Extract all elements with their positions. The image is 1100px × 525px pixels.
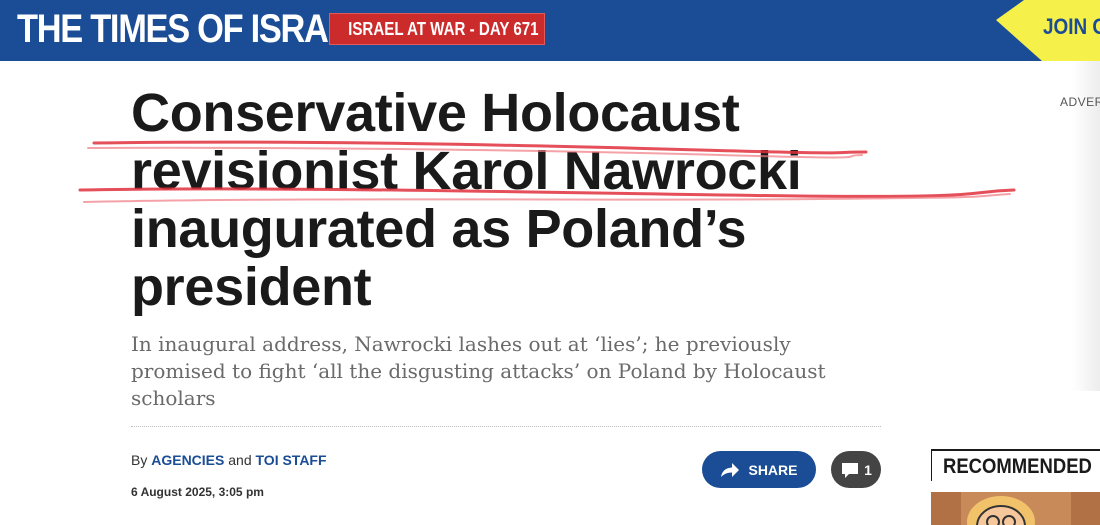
recommended-thumbnail-illustration	[931, 492, 1100, 525]
byline-and: and	[228, 452, 252, 468]
author-link-agencies[interactable]: AGENCIES	[151, 452, 224, 468]
comments-button[interactable]: 1	[831, 451, 881, 488]
site-header: THE TIMES OF ISRAEL ISRAEL AT WAR - DAY …	[0, 0, 1100, 61]
share-arrow-icon	[721, 462, 740, 477]
comment-bubble-icon	[842, 462, 859, 478]
recommended-section-heading: RECOMMENDED	[931, 449, 1100, 481]
recommended-label: RECOMMENDED	[943, 455, 1092, 478]
article-subheadline: In inaugural address, Nawrocki lashes ou…	[131, 332, 826, 410]
article-date: 6 August 2025, 3:05 pm	[131, 485, 264, 499]
advertisement-label: ADVER	[1060, 95, 1100, 109]
war-badge-label: ISRAEL AT WAR - DAY 671	[348, 19, 539, 39]
author-link-toi-staff[interactable]: TOI STAFF	[256, 452, 327, 468]
article-divider	[131, 426, 881, 427]
war-badge-link[interactable]: ISRAEL AT WAR - DAY 671	[329, 13, 545, 45]
share-button-label: SHARE	[748, 461, 798, 478]
side-panel-shadow	[1072, 61, 1100, 391]
join-button-label: JOIN O	[1043, 14, 1100, 39]
byline-prefix: By	[131, 452, 148, 468]
article-headline: Conservative Holocaust revisionist Karol…	[131, 83, 802, 317]
share-button[interactable]: SHARE	[702, 451, 816, 488]
join-button[interactable]: JOIN O	[996, 0, 1100, 61]
site-logo[interactable]: THE TIMES OF ISRAEL	[17, 7, 370, 51]
recommended-thumbnail[interactable]	[931, 492, 1100, 525]
article-byline: By AGENCIES and TOI STAFF	[131, 452, 327, 468]
comment-count: 1	[864, 461, 872, 478]
